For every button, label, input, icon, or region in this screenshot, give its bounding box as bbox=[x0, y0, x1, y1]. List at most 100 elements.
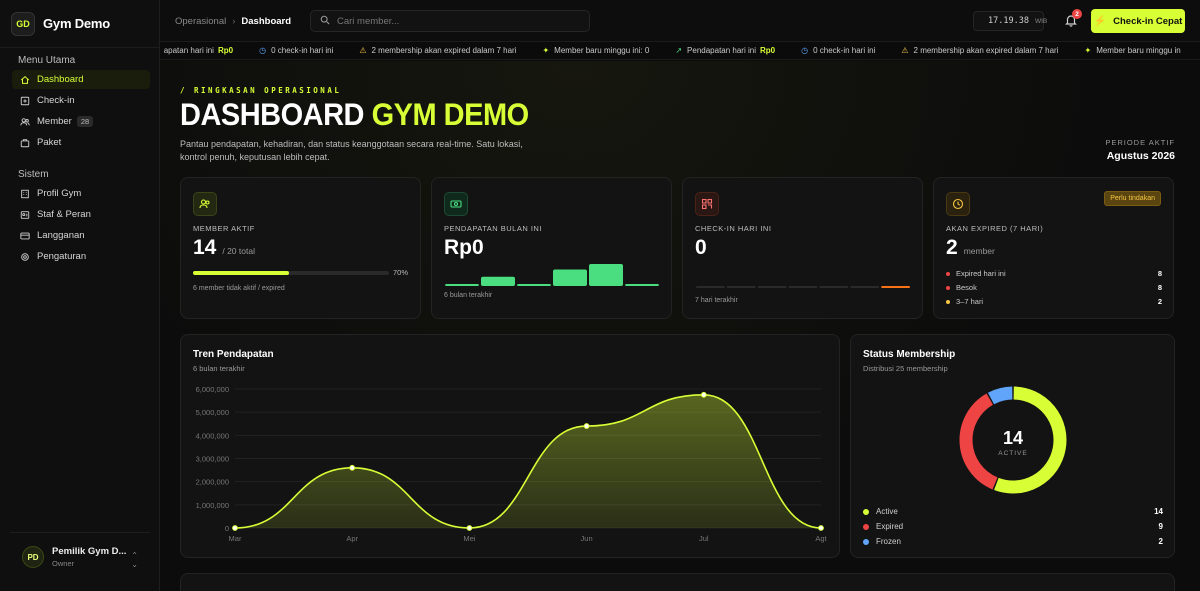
legend-dot bbox=[863, 508, 869, 515]
kpi-value: 0 bbox=[695, 236, 707, 259]
sidebar-item-dashboard[interactable]: Dashboard bbox=[12, 70, 150, 89]
kpi-sub: / 20 total bbox=[222, 246, 255, 256]
sidebar: GD Gym Demo Menu Utama Dashboard Check-i… bbox=[0, 0, 160, 591]
ticker-item: ⚠ 2 membership akan expired dalam 7 hari bbox=[359, 46, 516, 55]
x-tick-label: Apr bbox=[346, 534, 358, 543]
kpi-value-number: 2 bbox=[946, 236, 958, 259]
spark-bar bbox=[788, 286, 818, 288]
building-icon bbox=[19, 188, 31, 200]
sidebar-item-member[interactable]: Member 28 bbox=[12, 112, 150, 131]
ticker-text: 2 membership akan expired dalam 7 hari bbox=[371, 46, 517, 55]
live-clock: 17.19.38 WIB bbox=[973, 11, 1047, 31]
sidebar-item-staf[interactable]: Staf & Peran bbox=[12, 205, 150, 224]
sidebar-item-label: Member bbox=[37, 116, 72, 127]
search-icon bbox=[320, 15, 330, 28]
checkin-icon: ◷ bbox=[259, 46, 267, 55]
progress-fill bbox=[193, 271, 290, 275]
x-tick-label: Mar bbox=[229, 534, 242, 543]
status-dot bbox=[946, 271, 950, 276]
expiry-row-today: Expired hari ini 8 bbox=[946, 269, 1162, 278]
search-input[interactable] bbox=[337, 15, 567, 27]
y-tick-label: 4,000,000 bbox=[196, 431, 229, 440]
user-name: Pemilik Gym D... bbox=[52, 546, 127, 557]
kpi-label: MEMBER AKTIF bbox=[193, 224, 255, 233]
kpi-label: AKAN EXPIRED (7 HARI) bbox=[946, 224, 1044, 233]
sidebar-divider bbox=[10, 532, 150, 533]
kpi-sub: member bbox=[963, 246, 995, 256]
expiry-row-label: Expired hari ini bbox=[956, 269, 1006, 278]
kpi-value: 14 / 20 total bbox=[193, 236, 255, 260]
package-icon bbox=[19, 137, 31, 149]
legend-label: Frozen bbox=[876, 537, 901, 546]
checkin-sparkline bbox=[696, 286, 910, 288]
status-dot bbox=[946, 299, 950, 304]
expiry-row-value: 8 bbox=[1157, 283, 1162, 292]
breadcrumb-parent[interactable]: Operasional bbox=[175, 16, 226, 27]
users-icon bbox=[193, 192, 217, 216]
donut-center-value: 14 bbox=[1003, 428, 1023, 448]
spark-bar bbox=[589, 264, 623, 286]
kpi-card-expiring[interactable]: Perlu tindakan AKAN EXPIRED (7 HARI) 2 me… bbox=[933, 177, 1174, 319]
bolt-icon: ⚡ bbox=[1093, 15, 1107, 27]
user-menu[interactable]: PD Pemilik Gym D... Owner ⌃ ⌄ bbox=[10, 537, 150, 577]
data-point bbox=[583, 423, 590, 429]
avatar: PD bbox=[22, 546, 44, 568]
data-point bbox=[700, 391, 707, 398]
member-count-badge: 28 bbox=[76, 116, 94, 127]
activity-ticker: ↗apatan hari iniRp0◷0 check-in hari ini⚠… bbox=[160, 42, 1200, 60]
bottom-card bbox=[180, 573, 1175, 591]
quick-checkin-button[interactable]: ⚡ Check-in Cepat bbox=[1091, 9, 1185, 33]
ticker-item: ⚠ 2 membership akan expired dalam 7 hari bbox=[901, 46, 1058, 55]
revenue-area-chart: 0 1,000,000 2,000,000 3,000,000 4,000,000 5,0… bbox=[196, 385, 828, 543]
ticker-highlight: Rp0 bbox=[217, 46, 234, 55]
sidebar-item-label: Profil Gym bbox=[37, 188, 82, 199]
revenue-trend-card: Tren Pendapatan 6 bulan terakhir 0 1,000,… bbox=[180, 334, 840, 558]
donut-center-label: ACTIVE bbox=[998, 450, 1027, 457]
chart-subtitle: 6 bulan terakhir bbox=[193, 364, 245, 373]
warning-icon: ⚠ bbox=[901, 46, 909, 55]
spark-bar bbox=[850, 286, 880, 288]
sidebar-item-label: Langganan bbox=[37, 230, 85, 241]
kpi-card-checkin[interactable]: CHECK-IN HARI INI 0 7 hari terakhir bbox=[682, 177, 923, 319]
brand-name: Gym Demo bbox=[43, 16, 111, 31]
kpi-label: PENDAPATAN BULAN INI bbox=[444, 224, 542, 233]
quick-checkin-label: Check-in Cepat bbox=[1113, 15, 1183, 27]
sidebar-item-paket[interactable]: Paket bbox=[12, 133, 150, 152]
y-tick-label: 5,000,000 bbox=[196, 408, 229, 417]
spark-bar bbox=[445, 284, 479, 286]
brand-logo: GD bbox=[11, 11, 35, 36]
search-box[interactable] bbox=[310, 10, 590, 32]
kpi-card-revenue[interactable]: PENDAPATAN BULAN INI Rp0 6 bulan terakhi… bbox=[431, 177, 672, 319]
expiry-row-label: Besok bbox=[956, 283, 977, 292]
notification-badge: 2 bbox=[1072, 9, 1082, 19]
sidebar-item-pengaturan[interactable]: Pengaturan bbox=[12, 247, 150, 266]
y-tick-label: 3,000,000 bbox=[196, 455, 229, 464]
kpi-card-members[interactable]: MEMBER AKTIF 14 / 20 total 70% 6 member t… bbox=[180, 177, 421, 319]
title-part-a: DASHBOARD bbox=[180, 98, 365, 133]
sidebar-item-profil-gym[interactable]: Profil Gym bbox=[12, 184, 150, 203]
ticker-highlight: Rp0 bbox=[759, 46, 776, 55]
spark-bar bbox=[757, 286, 787, 288]
chart-title: Tren Pendapatan bbox=[193, 349, 274, 360]
qr-icon bbox=[695, 192, 719, 216]
brand[interactable]: GD Gym Demo bbox=[0, 0, 159, 48]
gear-icon bbox=[19, 251, 31, 263]
legend-label: Expired bbox=[876, 522, 904, 531]
sidebar-item-checkin[interactable]: Check-in bbox=[12, 91, 150, 110]
kpi-label: CHECK-IN HARI INI bbox=[695, 224, 772, 233]
topbar: Operasional › Dashboard 17.19.38 WIB 2 ⚡ Ch… bbox=[160, 0, 1200, 42]
ticker-text: apatan hari ini bbox=[163, 46, 214, 55]
spark-bar bbox=[696, 286, 725, 288]
legend-item[interactable]: Active 14 bbox=[863, 507, 1163, 516]
expiry-row-value: 2 bbox=[1157, 297, 1162, 306]
ticker-text: 0 check-in hari ini bbox=[271, 46, 334, 55]
expiry-row-value: 8 bbox=[1157, 269, 1162, 278]
main-content: / RINGKASAN OPERASIONAL DASHBOARD GYM DE… bbox=[160, 61, 1200, 591]
sidebar-item-langganan[interactable]: Langganan bbox=[12, 226, 150, 245]
ticker-text: Member baru minggu ini: 0 bbox=[554, 46, 650, 55]
legend-item[interactable]: Expired 9 bbox=[863, 522, 1163, 531]
data-point bbox=[818, 525, 824, 531]
legend-item[interactable]: Frozen 2 bbox=[863, 537, 1163, 546]
donut-slice-expired bbox=[959, 393, 998, 490]
revenue-sparkline bbox=[445, 264, 659, 286]
